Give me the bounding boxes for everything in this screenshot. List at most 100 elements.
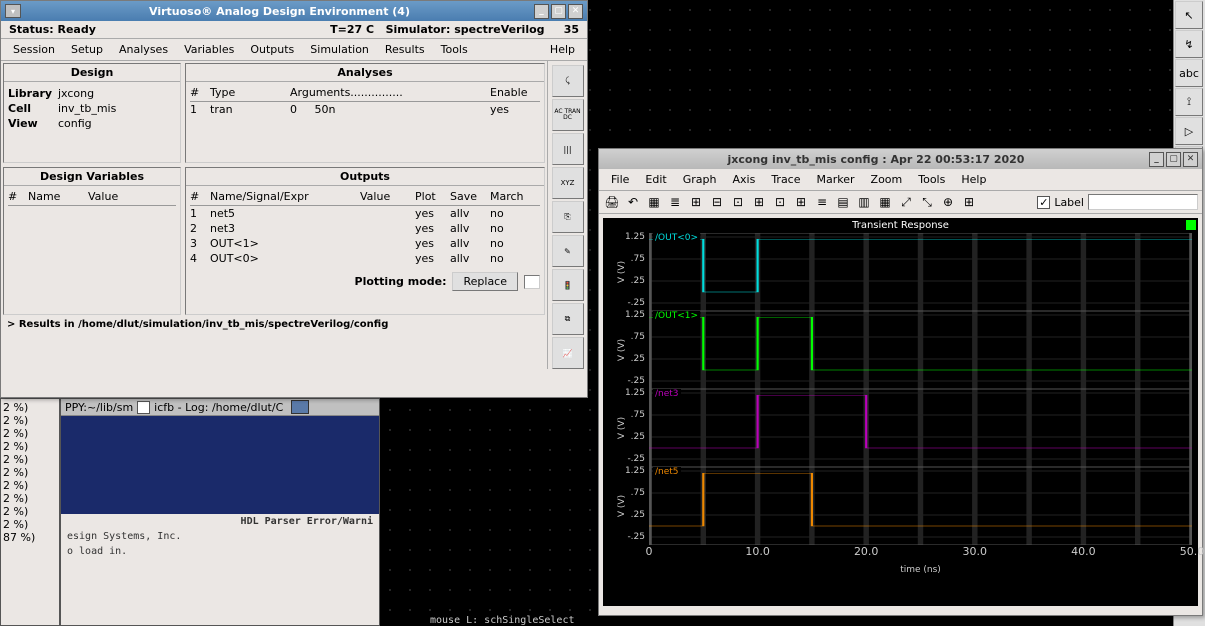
wave-menu-help[interactable]: Help	[953, 171, 994, 188]
ade-status-bar: Status: Ready T=27 C Simulator: spectreV…	[1, 21, 587, 39]
menu-session[interactable]: Session	[5, 41, 63, 58]
wave-toolbar-icon-5[interactable]: ⊟	[708, 193, 726, 211]
analysis-row[interactable]: 1 tran 0 50n yes	[190, 102, 540, 117]
menu-analyses[interactable]: Analyses	[111, 41, 176, 58]
output-row[interactable]: 3OUT<1> yes allvno	[190, 236, 540, 251]
output-row[interactable]: 1net5 yes allvno	[190, 206, 540, 221]
icfb-log-window[interactable]: PPY:~/lib/sm icfb - Log: /home/dlut/C HD…	[60, 398, 380, 626]
wave-toolbar-icon-1[interactable]: ↶	[624, 193, 642, 211]
ade-titlebar[interactable]: ▾ Virtuoso® Analog Design Environment (4…	[1, 1, 587, 21]
plot-indicator-icon	[1186, 220, 1196, 230]
wave-toolbar-icon-11[interactable]: ▤	[834, 193, 852, 211]
wave-toolbar-icon-14[interactable]: ⤢	[897, 193, 915, 211]
ade-window[interactable]: ▾ Virtuoso® Analog Design Environment (4…	[0, 0, 588, 398]
side-icon-stop[interactable]: ⧉	[552, 303, 584, 335]
close-button[interactable]: ✕	[568, 4, 583, 19]
output-row[interactable]: 2net3 yes allvno	[190, 221, 540, 236]
side-icon-xyz[interactable]: XYZ	[552, 167, 584, 199]
outputs-panel: Outputs # Name/Signal/Expr Value Plot Sa…	[185, 167, 545, 315]
taskbar-left-text: PPY:~/lib/sm	[65, 401, 133, 414]
waveform-strip-1[interactable]: V (V) 1.25.75.25-.25 /OUT<1>	[649, 311, 1192, 389]
wave-menu-zoom[interactable]: Zoom	[863, 171, 911, 188]
sch-tool-5[interactable]: ▷	[1175, 117, 1203, 145]
minimize-button[interactable]: _	[534, 4, 549, 19]
signal-label[interactable]: /net5	[653, 467, 681, 477]
menu-outputs[interactable]: Outputs	[242, 41, 302, 58]
wave-toolbar-icon-4[interactable]: ⊞	[687, 193, 705, 211]
wave-minimize-button[interactable]: _	[1149, 152, 1164, 167]
sch-tool-3[interactable]: abc	[1175, 59, 1203, 87]
signal-label[interactable]: /OUT<0>	[653, 233, 700, 243]
output-row[interactable]: 4OUT<0> yes allvno	[190, 251, 540, 266]
menu-tools[interactable]: Tools	[433, 41, 476, 58]
signal-label[interactable]: /net3	[653, 389, 681, 399]
side-icon-plot[interactable]: 📈	[552, 337, 584, 369]
side-icon-netlist[interactable]: ⤹	[552, 65, 584, 97]
sim-number: 35	[564, 23, 579, 36]
wave-menu-file[interactable]: File	[603, 171, 637, 188]
sch-tool-1[interactable]: ↖	[1175, 1, 1203, 29]
waveform-strip-0[interactable]: V (V) 1.25.75.25-.25 /OUT<0>	[649, 233, 1192, 311]
wave-menu-tools[interactable]: Tools	[910, 171, 953, 188]
wave-toolbar-icon-0[interactable]: 🖨	[603, 193, 621, 211]
window-menu-icon[interactable]: ▾	[5, 4, 21, 18]
side-icon-outputs[interactable]: ⎘	[552, 201, 584, 233]
wave-menu-marker[interactable]: Marker	[809, 171, 863, 188]
icfb-checkbox[interactable]	[137, 401, 150, 414]
wave-toolbar-icon-2[interactable]: ▦	[645, 193, 663, 211]
waveform-window[interactable]: jxcong inv_tb_mis config : Apr 22 00:53:…	[598, 148, 1203, 616]
wave-menu-edit[interactable]: Edit	[637, 171, 674, 188]
wave-toolbar-icon-12[interactable]: ▥	[855, 193, 873, 211]
side-icon-edit[interactable]: ✎	[552, 235, 584, 267]
sch-tool-4[interactable]: ⟟	[1175, 88, 1203, 116]
wave-toolbar-icon-3[interactable]: ≣	[666, 193, 684, 211]
cell-key: Cell	[8, 102, 58, 115]
side-icon-vars[interactable]: |||	[552, 133, 584, 165]
menu-simulation[interactable]: Simulation	[302, 41, 377, 58]
menu-setup[interactable]: Setup	[63, 41, 111, 58]
label-input[interactable]	[1088, 194, 1198, 210]
taskbar-row: PPY:~/lib/sm icfb - Log: /home/dlut/C	[61, 399, 379, 416]
wave-menu-trace[interactable]: Trace	[763, 171, 808, 188]
wave-toolbar-icon-9[interactable]: ⊞	[792, 193, 810, 211]
log-line-1: esign Systems, Inc.	[61, 529, 379, 544]
plotting-mode-toggle[interactable]	[524, 275, 540, 289]
plot-area[interactable]: Transient Response V (V) 1.25.75.25-.25 …	[603, 218, 1198, 606]
wave-maximize-button[interactable]: ▢	[1166, 152, 1181, 167]
wave-toolbar-icon-7[interactable]: ⊞	[750, 193, 768, 211]
status-text: Status: Ready	[9, 23, 330, 36]
wave-toolbar-icon-13[interactable]: ▦	[876, 193, 894, 211]
wave-toolbar-icon-17[interactable]: ⊞	[960, 193, 978, 211]
wave-titlebar[interactable]: jxcong inv_tb_mis config : Apr 22 00:53:…	[599, 149, 1202, 169]
wave-toolbar-icon-6[interactable]: ⊡	[729, 193, 747, 211]
design-panel: Design Libraryjxcong Cellinv_tb_mis View…	[3, 63, 181, 163]
wave-close-button[interactable]: ✕	[1183, 152, 1198, 167]
x-axis-label: time (ns)	[649, 565, 1192, 575]
wave-menu-axis[interactable]: Axis	[724, 171, 763, 188]
side-icon-run[interactable]: 🚦	[552, 269, 584, 301]
maximize-button[interactable]: ▢	[551, 4, 566, 19]
cell-value: inv_tb_mis	[58, 102, 116, 115]
waveform-strip-2[interactable]: V (V) 1.25.75.25-.25 /net3	[649, 389, 1192, 467]
design-variables-panel: Design Variables # Name Value	[3, 167, 181, 315]
label-checkbox[interactable]: ✓	[1037, 196, 1050, 209]
wave-menu-graph[interactable]: Graph	[675, 171, 725, 188]
waveform-strip-3[interactable]: V (V) 1.25.75.25-.25 /net5	[649, 467, 1192, 545]
x-axis: 0 10.0 20.0 30.0 40.0 50.0 time (ns)	[649, 545, 1192, 575]
wave-toolbar-icon-10[interactable]: ≡	[813, 193, 831, 211]
signal-label[interactable]: /OUT<1>	[653, 311, 700, 321]
task-icon[interactable]	[291, 400, 309, 414]
menu-help[interactable]: Help	[542, 41, 583, 58]
replace-button[interactable]: Replace	[452, 272, 518, 291]
menu-variables[interactable]: Variables	[176, 41, 242, 58]
wave-toolbar-icon-15[interactable]: ⤡	[918, 193, 936, 211]
mouse-status: mouse L: schSingleSelect	[430, 615, 575, 626]
vars-panel-title: Design Variables	[4, 168, 180, 186]
design-panel-title: Design	[4, 64, 180, 82]
wave-toolbar-icon-16[interactable]: ⊕	[939, 193, 957, 211]
sch-tool-2[interactable]: ↯	[1175, 30, 1203, 58]
wave-toolbar-icon-8[interactable]: ⊡	[771, 193, 789, 211]
menu-results[interactable]: Results	[377, 41, 433, 58]
ade-side-toolbar: ⤹ AC TRAN DC ||| XYZ ⎘ ✎ 🚦 ⧉ 📈	[547, 61, 587, 369]
side-icon-analyses[interactable]: AC TRAN DC	[552, 99, 584, 131]
